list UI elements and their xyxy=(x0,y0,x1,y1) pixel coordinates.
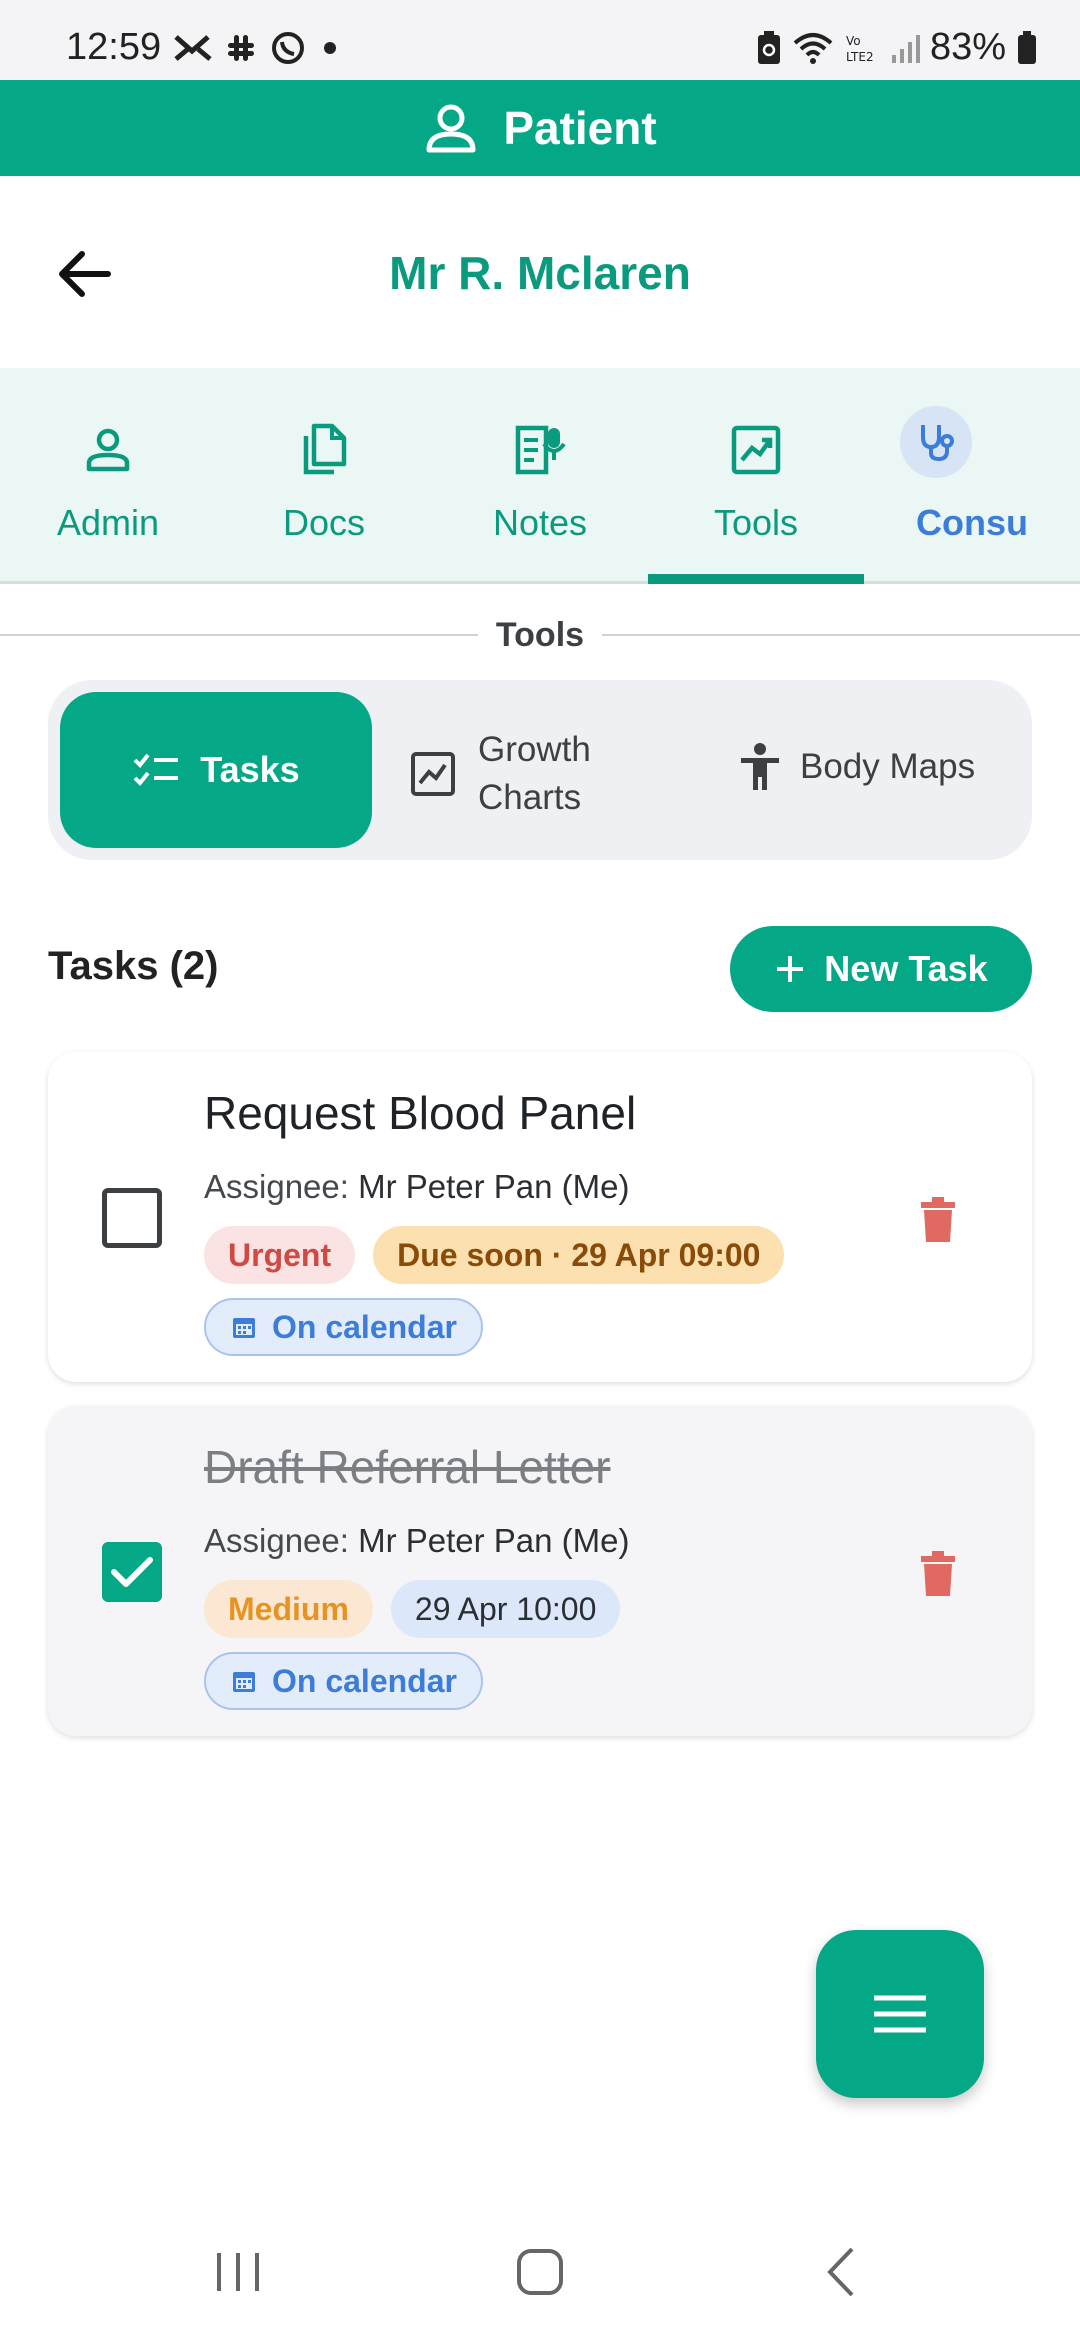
recent-apps-button[interactable] xyxy=(198,2240,278,2304)
tab-label: Tools xyxy=(713,502,799,543)
delete-task-button[interactable] xyxy=(906,1188,970,1252)
accessibility-icon xyxy=(741,743,779,790)
menu-fab[interactable] xyxy=(816,1930,984,2098)
tab-notes[interactable]: Notes xyxy=(432,368,648,584)
header-title: Patient xyxy=(503,102,657,154)
menu-icon xyxy=(874,1995,926,2033)
tab-label: Notes xyxy=(492,502,588,543)
calendar-chip: On calendar xyxy=(204,1652,483,1710)
checklist-icon xyxy=(133,753,179,786)
chart-line-icon xyxy=(411,752,455,796)
tab-active-indicator xyxy=(648,574,864,584)
priority-chip: Urgent xyxy=(204,1226,356,1284)
system-nav-bar xyxy=(0,2200,1080,2340)
recent-apps-icon xyxy=(217,2253,259,2291)
status-bar: 12:59 Vo LTE2 83% xyxy=(0,0,1080,80)
battery-saver-icon xyxy=(757,30,780,64)
battery-icon xyxy=(1018,30,1036,64)
calendar-icon xyxy=(233,1318,255,1338)
tab-label: Admin xyxy=(56,502,160,543)
tab-label: Consu xyxy=(916,502,1028,543)
svg-text:LTE2: LTE2 xyxy=(846,50,874,64)
tools-segmented-control: Tasks Growth Charts Body Maps xyxy=(48,680,1032,860)
segment-body-maps[interactable]: Body Maps xyxy=(738,742,975,792)
task-chips: Urgent Due soon · 29 Apr 09:00 xyxy=(204,1226,785,1284)
home-button[interactable] xyxy=(500,2240,580,2304)
task-checkbox[interactable] xyxy=(102,1542,162,1602)
tab-admin[interactable]: Admin xyxy=(0,368,216,584)
whatsapp-icon xyxy=(272,32,304,64)
delete-task-button[interactable] xyxy=(906,1542,970,1606)
person-icon xyxy=(426,104,476,153)
tab-docs[interactable]: Docs xyxy=(216,368,432,584)
task-card[interactable]: Draft Referral Letter Assignee: Mr Peter… xyxy=(48,1406,1032,1736)
section-title: Tools xyxy=(477,616,603,654)
task-title: Request Blood Panel xyxy=(204,1087,637,1139)
tab-consult[interactable]: Consu xyxy=(864,368,1080,584)
tasks-heading: Tasks (2) xyxy=(48,944,219,988)
calendar-chip-label: On calendar xyxy=(272,1308,457,1345)
svg-text:Vo: Vo xyxy=(846,34,861,48)
segment-growth-charts[interactable]: Growth Charts xyxy=(410,726,628,822)
new-task-label: New Task xyxy=(824,948,988,989)
check-icon xyxy=(111,1557,153,1587)
task-checkbox[interactable] xyxy=(102,1188,162,1248)
priority-chip: Medium xyxy=(204,1580,373,1638)
assignee-label: Assignee: xyxy=(204,1522,349,1559)
chart-line-icon xyxy=(716,410,796,490)
segment-label-line1: Growth xyxy=(478,730,591,769)
calendar-icon xyxy=(233,1672,255,1692)
due-chip: 29 Apr 10:00 xyxy=(390,1580,621,1638)
tab-tools[interactable]: Tools xyxy=(648,368,864,584)
assignee-value: Mr Peter Pan (Me) xyxy=(358,1522,630,1559)
section-divider: Tools xyxy=(0,610,1080,660)
calendar-chip: On calendar xyxy=(204,1298,483,1356)
patient-name: Mr R. Mclaren xyxy=(389,247,691,299)
calendar-chip-label: On calendar xyxy=(272,1662,457,1699)
new-task-button[interactable]: New Task xyxy=(730,926,1032,1012)
battery-percent: 83% xyxy=(929,26,1006,68)
notification-icons xyxy=(174,30,342,66)
tab-label: Docs xyxy=(282,502,366,543)
segment-label: Body Maps xyxy=(800,747,976,786)
plus-icon xyxy=(777,956,804,982)
missed-call-icon xyxy=(174,35,212,61)
app-header: Patient xyxy=(0,80,1080,176)
tab-bar: Admin Docs Notes Tools Consu xyxy=(0,368,1080,584)
task-assignee: Assignee: Mr Peter Pan (Me) xyxy=(204,1168,630,1206)
task-title: Draft Referral Letter xyxy=(204,1441,611,1493)
note-mic-icon xyxy=(500,410,580,490)
slack-icon xyxy=(228,35,254,61)
segment-label-line2: Charts xyxy=(478,778,582,817)
signal-icon xyxy=(891,34,920,63)
volte-icon: Vo LTE2 xyxy=(846,34,874,64)
trash-icon xyxy=(921,1197,955,1242)
assignee-value: Mr Peter Pan (Me) xyxy=(358,1168,630,1205)
task-card[interactable]: Request Blood Panel Assignee: Mr Peter P… xyxy=(48,1052,1032,1382)
home-icon xyxy=(517,2249,563,2295)
person-outline-icon xyxy=(68,410,148,490)
documents-icon xyxy=(284,410,364,490)
system-icons: Vo LTE2 83% xyxy=(756,26,1038,69)
patient-row: Mr R. Mclaren xyxy=(0,176,1080,368)
back-nav-button[interactable] xyxy=(802,2240,882,2304)
segment-label: Tasks xyxy=(200,749,300,790)
chevron-left-icon xyxy=(827,2247,854,2297)
wifi-icon xyxy=(793,32,833,64)
assignee-label: Assignee: xyxy=(204,1168,349,1205)
due-chip: Due soon · 29 Apr 09:00 xyxy=(373,1226,785,1284)
trash-icon xyxy=(921,1551,955,1596)
stethoscope-icon xyxy=(900,406,972,478)
status-time: 12:59 xyxy=(66,26,162,68)
dot-icon xyxy=(324,42,336,54)
segment-tasks[interactable]: Tasks xyxy=(60,692,372,848)
task-assignee: Assignee: Mr Peter Pan (Me) xyxy=(204,1522,630,1560)
task-chips: Medium 29 Apr 10:00 xyxy=(204,1580,621,1638)
